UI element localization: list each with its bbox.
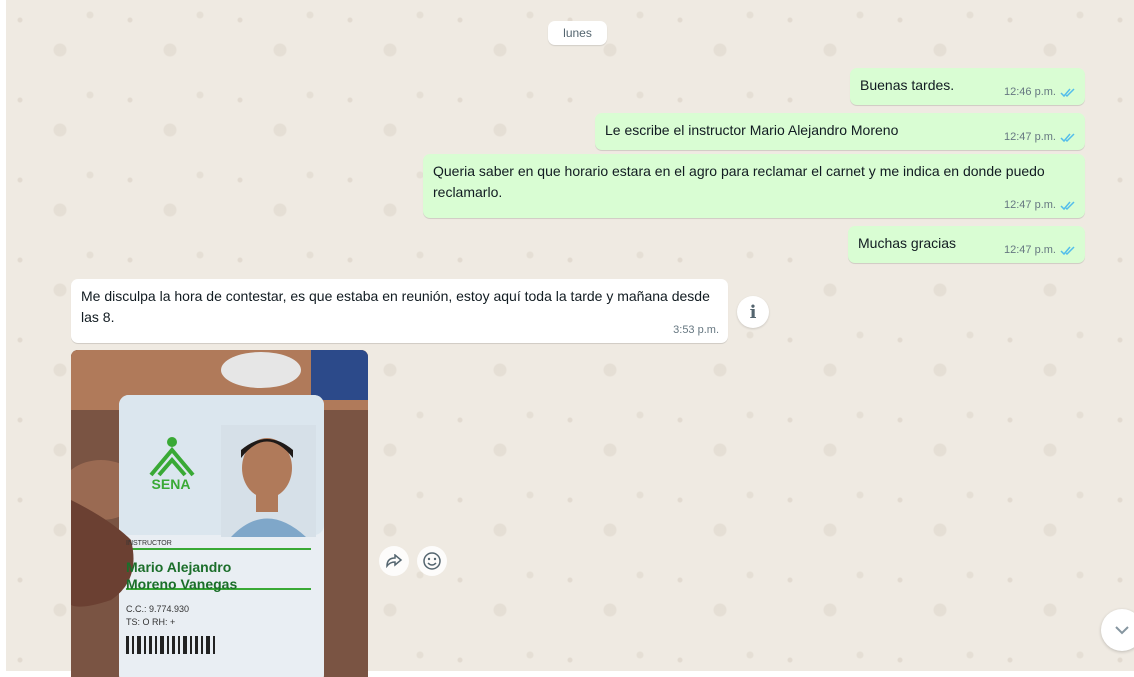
double-check-icon [1060,87,1076,98]
message-meta: 12:47 p.m. [1004,198,1076,213]
pane-edge [0,0,6,677]
sena-logo: SENA [152,476,191,492]
message-text: Queria saber en que horario estara en el… [433,163,1045,200]
forward-icon[interactable] [379,546,409,576]
message-time: 12:47 p.m. [1004,244,1056,256]
message-meta: 3:53 p.m. [673,323,719,338]
card-cc: C.C.: 9.774.930 [126,604,189,614]
double-check-icon [1060,132,1076,143]
message-text: Buenas tardes. [860,77,955,93]
message-outgoing[interactable]: Muchas gracias 12:47 p.m. [848,226,1085,263]
message-time: 12:46 p.m. [1004,86,1056,98]
image-message[interactable]: SENA INSTRUCTOR Mario Alejandro Moreno V… [71,350,368,677]
message-meta: 12:46 p.m. [1004,85,1076,100]
message-time: 12:47 p.m. [1004,131,1056,143]
card-name-line2: Moreno Vanegas [126,576,237,592]
message-text: Muchas gracias [858,235,957,251]
card-rh: TS: O RH: + [126,617,175,627]
message-time: 12:47 p.m. [1004,199,1056,211]
message-text: Me disculpa la hora de contestar, es que… [81,288,710,325]
media-actions [379,546,447,576]
date-separator: lunes [548,21,607,45]
card-role: INSTRUCTOR [126,540,172,547]
double-check-icon [1060,245,1076,256]
message-incoming[interactable]: Me disculpa la hora de contestar, es que… [71,279,728,343]
emoji-icon[interactable] [417,546,447,576]
message-time: 3:53 p.m. [673,324,719,336]
message-meta: 12:47 p.m. [1004,243,1076,258]
double-check-icon [1060,200,1076,211]
message-meta: 12:47 p.m. [1004,130,1076,145]
message-outgoing[interactable]: Le escribe el instructor Mario Alejandro… [595,113,1085,150]
info-icon[interactable]: i [737,296,769,328]
message-outgoing[interactable]: Queria saber en que horario estara en el… [423,154,1085,218]
message-text: Le escribe el instructor Mario Alejandro… [605,122,899,138]
message-outgoing[interactable]: Buenas tardes. 12:46 p.m. [850,68,1085,105]
card-name-line1: Mario Alejandro [126,559,231,575]
